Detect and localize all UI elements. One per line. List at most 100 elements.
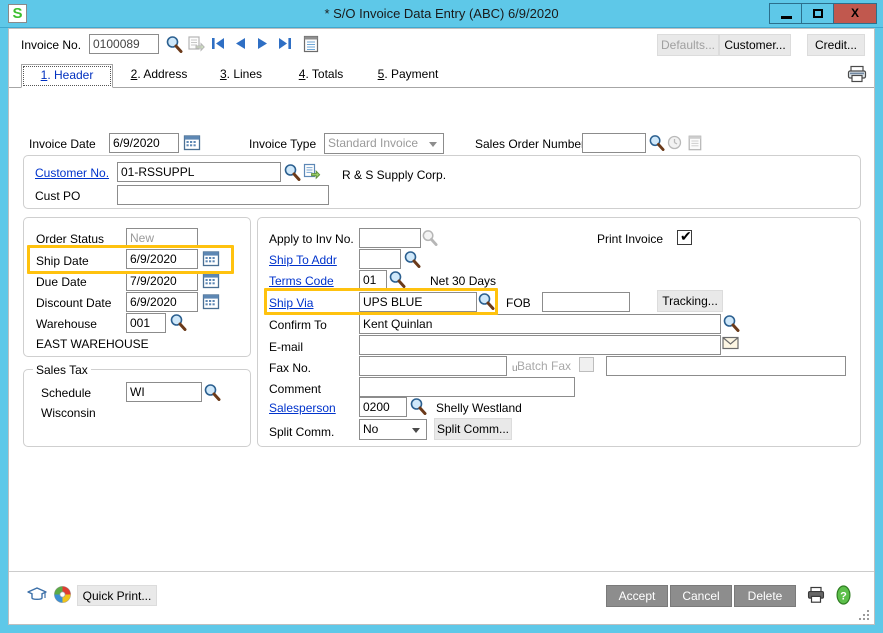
confirm-to-lookup-icon[interactable] [722, 314, 740, 332]
ship-date-calendar-icon[interactable] [202, 250, 220, 267]
invoice-date-input[interactable] [109, 133, 179, 153]
tab-header[interactable]: 1. Header [21, 64, 113, 88]
defaults-button[interactable]: Defaults... [657, 34, 719, 56]
ship-to-addr-link[interactable]: Ship To Addr [269, 253, 337, 267]
salesperson-link[interactable]: Salesperson [269, 401, 336, 415]
minimize-button[interactable] [769, 3, 802, 24]
invoice-lookup-icon[interactable] [165, 35, 183, 53]
chevron-down-icon [429, 142, 437, 147]
ship-via-lookup-icon[interactable] [477, 292, 495, 310]
batch-fax-label: Batch Fax [517, 359, 572, 373]
tab-lines-num: 3 [219, 67, 227, 81]
credit-button[interactable]: Credit... [807, 34, 865, 56]
ship-date-label: Ship Date [36, 254, 89, 268]
cust-po-label: Cust PO [35, 189, 81, 203]
ship-via-input[interactable] [359, 292, 477, 312]
tab-totals[interactable]: 4. Totals [284, 64, 358, 87]
calendar-icon[interactable] [183, 134, 201, 151]
tab-payment-label: . Payment [384, 67, 439, 81]
apply-to-inv-label: Apply to Inv No. [269, 232, 354, 246]
invoice-type-select[interactable]: Standard Invoice [324, 133, 444, 154]
ship-to-addr-lookup-icon[interactable] [403, 250, 421, 268]
graduation-cap-icon[interactable] [27, 586, 47, 604]
tab-payment[interactable]: 5. Payment [364, 64, 452, 87]
warehouse-lookup-icon[interactable] [169, 313, 187, 331]
close-button[interactable]: X [833, 3, 877, 24]
warehouse-input[interactable] [126, 313, 166, 333]
warehouse-label: Warehouse [36, 317, 97, 331]
salesperson-lookup-icon[interactable] [409, 397, 427, 415]
last-record-icon[interactable] [277, 35, 292, 52]
cust-po-input[interactable] [117, 185, 329, 205]
ship-to-addr-input[interactable] [359, 249, 401, 269]
tax-schedule-input[interactable] [126, 382, 202, 402]
terms-code-lookup-icon[interactable] [388, 270, 406, 288]
tax-schedule-label: Schedule [41, 386, 92, 400]
memo-icon[interactable] [303, 34, 319, 53]
close-icon: X [850, 6, 859, 20]
maximize-button[interactable] [801, 3, 834, 24]
customer-no-input[interactable] [117, 162, 281, 182]
print-invoice-checkbox[interactable]: ✔ [677, 229, 692, 245]
due-date-calendar-icon[interactable] [202, 272, 220, 289]
invoice-no-label: Invoice No. [21, 38, 82, 52]
globe-icon[interactable] [53, 585, 72, 604]
ship-via-link[interactable]: Ship Via [269, 296, 313, 310]
customer-no-link[interactable]: Customer No. [35, 166, 109, 180]
terms-code-link[interactable]: Terms Code [269, 274, 334, 288]
tracking-button[interactable]: Tracking... [657, 290, 723, 312]
order-status-label: Order Status [36, 232, 105, 246]
customer-button[interactable]: Customer... [719, 34, 791, 56]
confirm-to-label: Confirm To [269, 318, 327, 332]
apply-to-inv-input[interactable] [359, 228, 421, 248]
resize-grip[interactable] [859, 610, 871, 622]
next-record-icon[interactable] [255, 35, 270, 52]
sales-order-number-input[interactable] [582, 133, 646, 153]
status-bar: Quick Print... Accept Cancel Delete ? [9, 571, 874, 624]
order-status-input [126, 228, 198, 248]
print-icon[interactable] [807, 586, 825, 604]
client-area: Invoice No. 0100089 Defaults... Customer… [8, 28, 875, 625]
help-icon[interactable]: ? [835, 585, 852, 605]
fax-no-input[interactable] [359, 356, 507, 376]
svg-text:?: ? [840, 591, 847, 603]
new-record-icon [187, 35, 205, 53]
due-date-label: Due Date [36, 275, 87, 289]
invoice-type-value: Standard Invoice [328, 136, 419, 150]
discount-date-calendar-icon[interactable] [202, 293, 220, 310]
due-date-input[interactable] [126, 271, 198, 291]
envelope-icon[interactable] [722, 336, 739, 351]
sales-tax-group-title: Sales Tax [33, 363, 91, 377]
discount-date-label: Discount Date [36, 296, 112, 310]
confirm-to-input[interactable] [359, 314, 721, 334]
invoice-no-input[interactable] [89, 34, 159, 54]
previous-record-icon[interactable] [233, 35, 248, 52]
delete-button[interactable]: Delete [734, 585, 796, 607]
salesperson-name: Shelly Westland [436, 401, 522, 415]
cancel-button[interactable]: Cancel [670, 585, 732, 607]
customer-name: R & S Supply Corp. [342, 168, 447, 182]
customer-drill-down-icon[interactable] [303, 163, 321, 181]
discount-date-input[interactable] [126, 292, 198, 312]
comment-label: Comment [269, 382, 322, 396]
tab-lines[interactable]: 3. Lines [205, 64, 277, 87]
customer-lookup-icon[interactable] [283, 163, 301, 181]
first-record-icon[interactable] [211, 35, 226, 52]
sales-order-lookup-icon[interactable] [648, 134, 665, 151]
split-comm-select[interactable]: No [359, 419, 427, 440]
minimize-icon [781, 16, 792, 19]
batch-fax-extra-input[interactable] [606, 356, 846, 376]
salesperson-input[interactable] [359, 397, 407, 417]
accept-button[interactable]: Accept [606, 585, 668, 607]
batch-fax-checkbox [579, 357, 594, 372]
tab-address[interactable]: 2. Address [117, 64, 201, 87]
quick-print-button[interactable]: Quick Print... [77, 585, 157, 606]
split-comm-button[interactable]: Split Comm... [434, 418, 512, 440]
terms-code-input[interactable] [359, 270, 387, 290]
tax-schedule-lookup-icon[interactable] [203, 383, 221, 401]
comment-input[interactable] [359, 377, 575, 397]
email-input[interactable] [359, 335, 721, 355]
fob-input[interactable] [542, 292, 630, 312]
ship-date-input[interactable] [126, 249, 198, 269]
history-icon [667, 135, 682, 150]
